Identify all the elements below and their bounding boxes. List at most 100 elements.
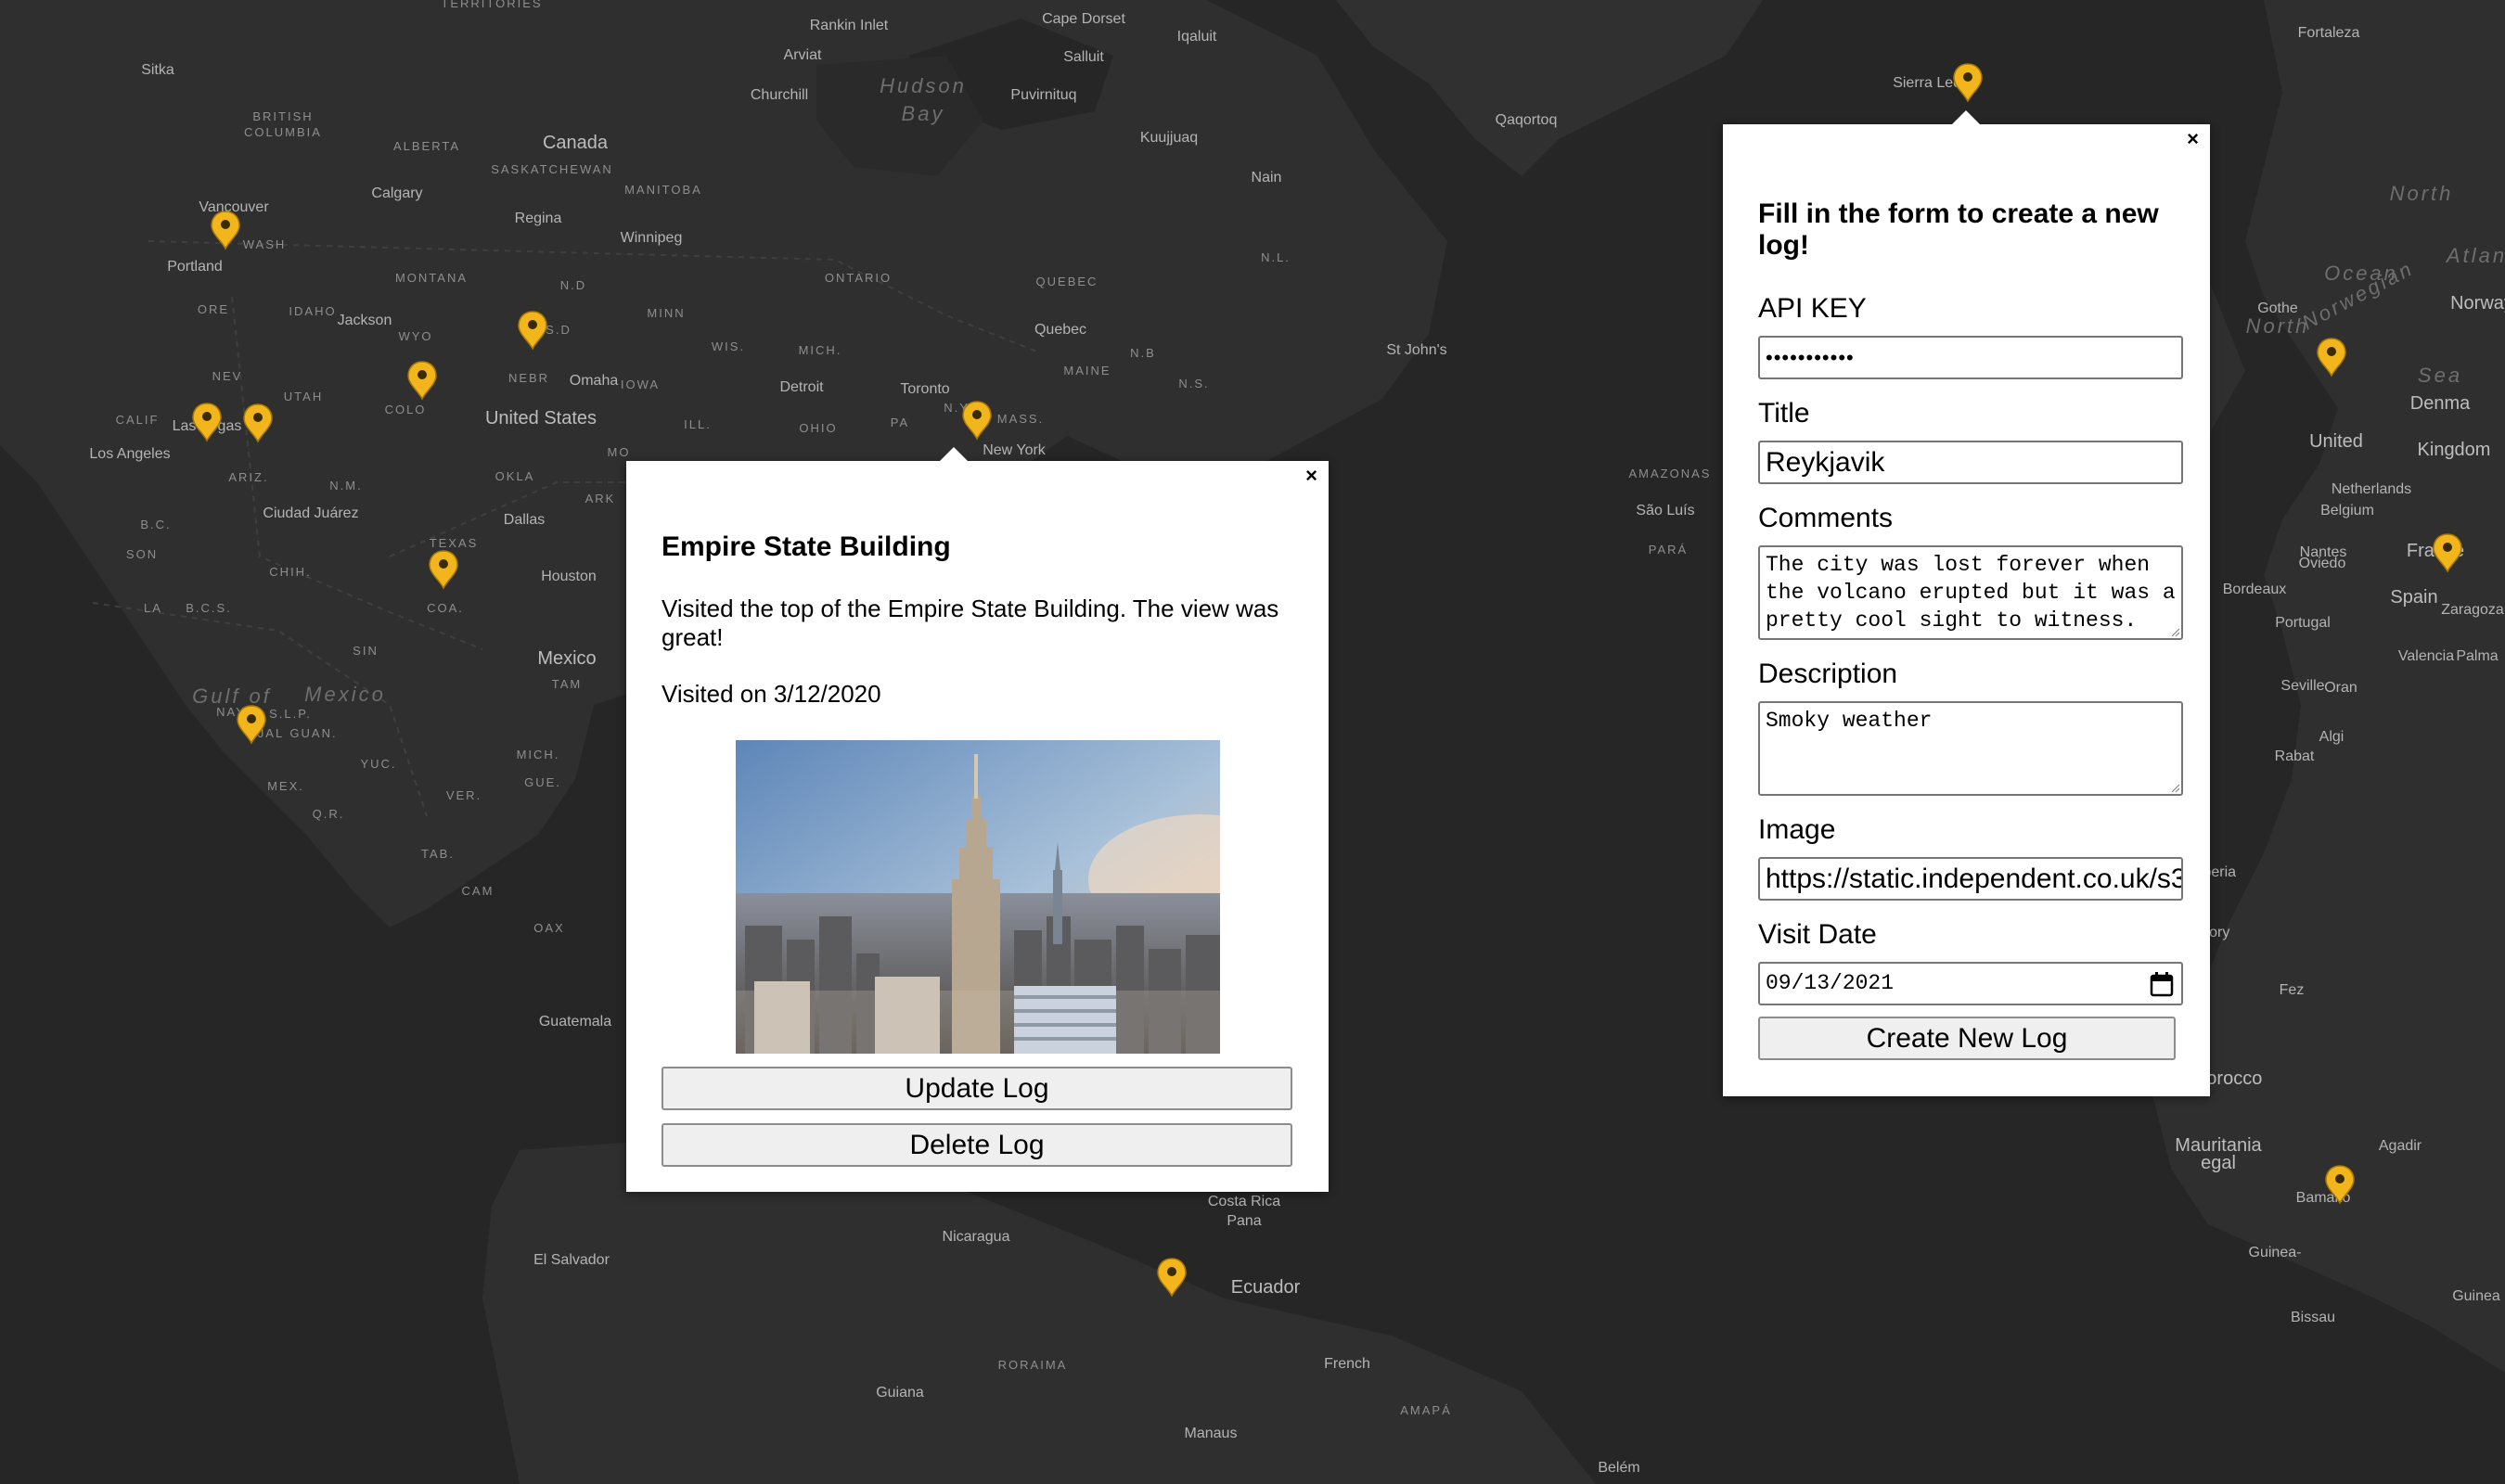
map-label: MONTANA — [395, 271, 468, 285]
description-text: Smoky weather — [1766, 709, 1933, 733]
map-label: ALBERTA — [393, 139, 460, 153]
map-label: Vancouver — [199, 199, 269, 215]
map-label: SON — [126, 547, 158, 561]
map-label: St John's — [1386, 342, 1446, 358]
map-label: NEBR — [508, 371, 549, 385]
map-label: Qaqortoq — [1496, 112, 1558, 128]
map-label: RORAIMA — [998, 1358, 1068, 1372]
calendar-icon[interactable] — [2150, 971, 2174, 997]
map-label: UTAH — [284, 390, 323, 403]
map-label: BRITISH — [252, 109, 313, 123]
map-label: Denma — [2410, 393, 2471, 414]
popup-tip — [940, 447, 968, 461]
map-label: ORE — [198, 302, 229, 316]
map-label: Ecuador — [1231, 1277, 1301, 1298]
map-label: OAX — [533, 921, 564, 935]
map-label: LA — [144, 601, 162, 615]
entry-visit-date: Visited on 3/12/2020 — [662, 680, 881, 708]
map-label: COA. — [427, 601, 464, 615]
map-label: French — [1324, 1356, 1370, 1372]
map-label: Dallas — [504, 512, 545, 528]
title-label: Title — [1758, 398, 1810, 429]
map-label: Toronto — [900, 381, 949, 397]
map-label: SASKATCHEWAN — [491, 162, 613, 176]
description-textarea[interactable]: Smoky weather — [1758, 701, 2183, 796]
map-label: Los Angeles — [89, 446, 170, 462]
map-label: PARÁ — [1649, 543, 1688, 556]
close-icon[interactable]: × — [2187, 129, 2199, 149]
map-label: Cape Dorset — [1042, 11, 1125, 27]
map-label: IDAHO — [289, 304, 336, 318]
map-label: Palma — [2456, 648, 2498, 664]
resize-grip-icon[interactable] — [2170, 783, 2179, 792]
map-label: Hudson — [880, 74, 967, 97]
update-log-button[interactable]: Update Log — [662, 1067, 1292, 1110]
map-label: WASH — [243, 237, 287, 251]
map-label: TAM — [552, 677, 582, 691]
map-label: CAM — [462, 884, 495, 898]
entry-popup: × Empire State Building Visited the top … — [626, 447, 1329, 1192]
map-label: Regina — [515, 211, 562, 226]
image-label: Image — [1758, 814, 1836, 845]
map-label: Guinea — [2452, 1288, 2500, 1304]
map-label: MAINE — [1063, 364, 1111, 377]
map-label: YUC. — [360, 757, 396, 771]
map-label: São Luís — [1636, 503, 1694, 518]
map-label: Arviat — [784, 47, 822, 63]
map-label: MINN — [647, 306, 685, 320]
map-label: Netherlands — [2332, 481, 2411, 497]
map-label: ILL. — [684, 417, 712, 431]
map-label: Sea — [2418, 364, 2462, 387]
map-label: North — [2390, 182, 2454, 205]
image-url-input[interactable]: https://static.independent.co.uk/s3fs — [1758, 857, 2183, 901]
map-label: Agadir — [2379, 1138, 2422, 1154]
map-label: OHIO — [799, 421, 837, 435]
close-icon[interactable]: × — [1305, 466, 1317, 486]
map-label: TEXAS — [430, 536, 479, 550]
map-label: S.D — [546, 323, 572, 337]
map-label: AMAPÁ — [1400, 1403, 1452, 1417]
map-label: Kuujjuaq — [1140, 130, 1198, 146]
map-label: Bordeaux — [2223, 582, 2287, 597]
entry-title: Empire State Building — [662, 531, 951, 562]
map-label: United — [2309, 431, 2363, 452]
map-label: egal — [2201, 1153, 2236, 1173]
comments-textarea[interactable]: The city was lost forever when the volca… — [1758, 545, 2183, 640]
api-key-label: API KEY — [1758, 293, 1867, 324]
map-label: Guinea- — [2249, 1245, 2302, 1260]
map-label: Fortaleza — [2298, 25, 2360, 41]
map-label: Churchill — [751, 87, 808, 103]
map-label: Rankin Inlet — [810, 18, 889, 33]
map-label: WIS. — [712, 339, 745, 353]
map-label: TAB. — [421, 847, 455, 861]
title-input[interactable]: Reykjavik — [1758, 441, 2183, 484]
map-label: S.L.P. — [269, 707, 312, 721]
comments-label: Comments — [1758, 503, 1894, 533]
visit-date-input[interactable]: 09/13/2021 — [1758, 962, 2183, 1005]
map-label: Kingdom — [2418, 440, 2491, 460]
empire-state-photo — [735, 740, 1220, 1054]
map-label: Bissau — [2291, 1310, 2335, 1325]
create-new-log-button[interactable]: Create New Log — [1758, 1017, 2176, 1060]
map-label: Fez — [2280, 982, 2305, 998]
resize-grip-icon[interactable] — [2170, 627, 2179, 636]
api-key-input[interactable]: ••••••••••• — [1758, 336, 2183, 379]
map-label: GUAN. — [289, 726, 337, 740]
map-label: Puvirnituq — [1010, 87, 1076, 103]
map-label: Winnipeg — [621, 230, 683, 246]
map-label: Pana — [1227, 1213, 1261, 1229]
visit-date-value: 09/13/2021 — [1766, 971, 1895, 995]
map-label: Spain — [2390, 587, 2437, 608]
map-label: Nicaragua — [943, 1229, 1010, 1245]
map-label: CHIH. — [269, 565, 311, 579]
comments-text: The city was lost forever when the volca… — [1766, 553, 2176, 633]
delete-log-button[interactable]: Delete Log — [662, 1123, 1292, 1167]
map-label: Algi — [2319, 729, 2344, 745]
map-label: Costa Rica — [1208, 1194, 1280, 1209]
entry-image — [735, 740, 1220, 1054]
map-label: Mexico — [537, 648, 596, 669]
map-label: MASS. — [997, 412, 1044, 426]
map-label: Bay — [902, 102, 945, 125]
map-label: Q.R. — [313, 807, 345, 821]
map-label: Detroit — [779, 379, 824, 395]
